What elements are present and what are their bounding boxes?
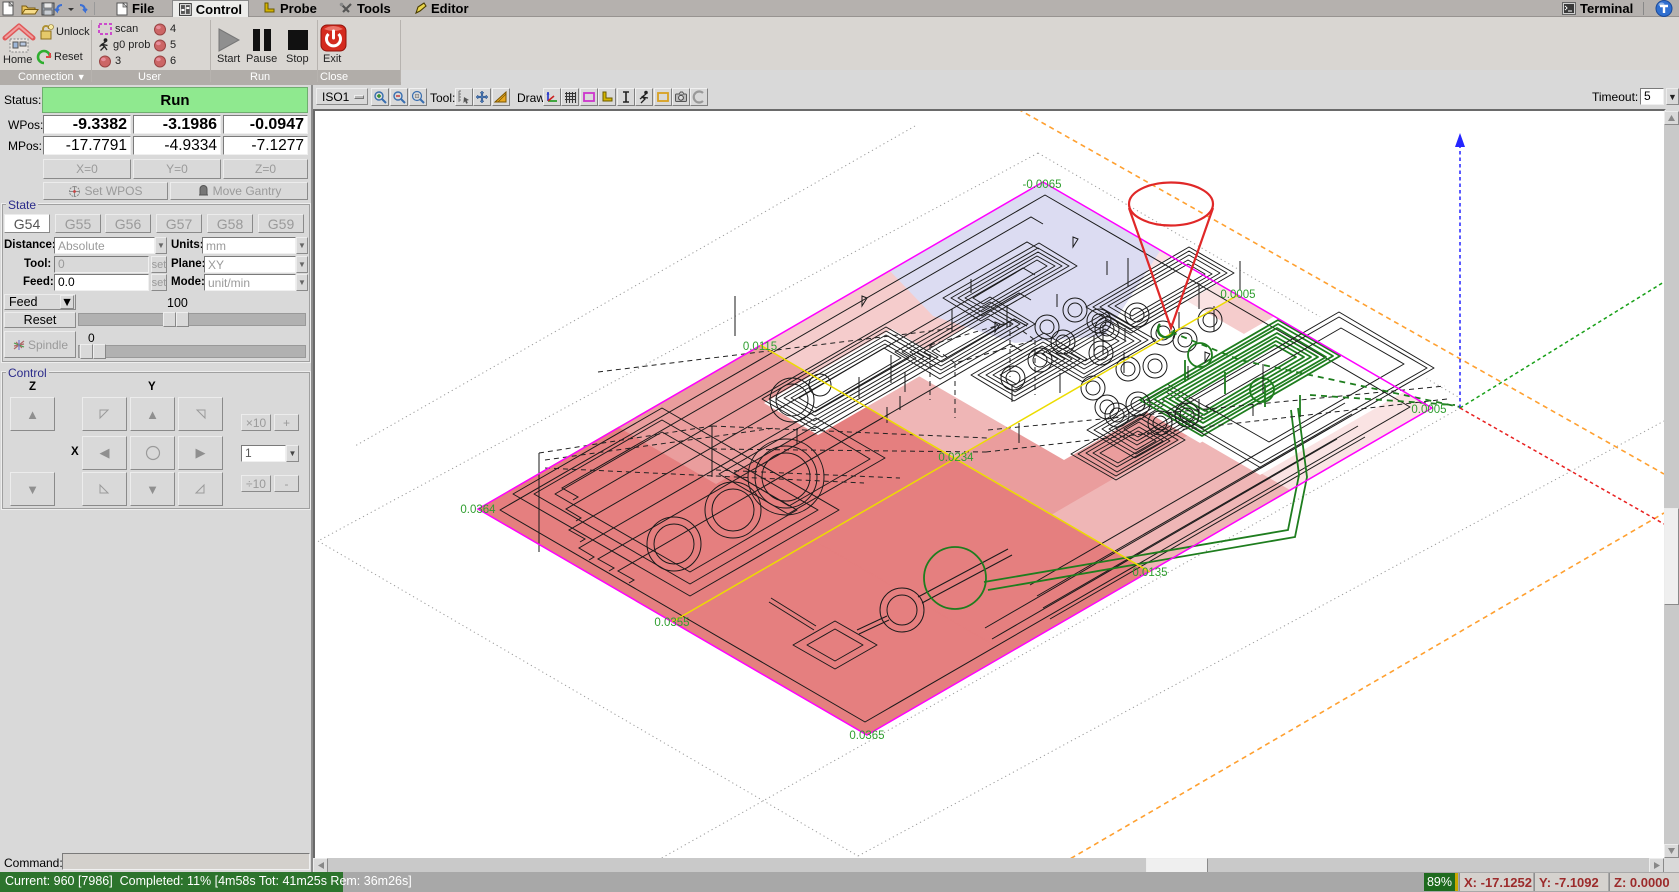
svg-text:0.0005: 0.0005 bbox=[1411, 404, 1446, 416]
svg-text:0.0364: 0.0364 bbox=[460, 504, 496, 516]
svg-text:0.0135: 0.0135 bbox=[1132, 567, 1167, 579]
svg-text:0.0365: 0.0365 bbox=[849, 730, 884, 742]
svg-text:0.0115: 0.0115 bbox=[743, 341, 777, 353]
svg-text:0.0005: 0.0005 bbox=[1220, 289, 1255, 301]
svg-text:-0.0065: -0.0065 bbox=[1022, 179, 1061, 191]
svg-text:0.0355: 0.0355 bbox=[654, 617, 689, 629]
svg-text:0.0234: 0.0234 bbox=[938, 452, 974, 464]
